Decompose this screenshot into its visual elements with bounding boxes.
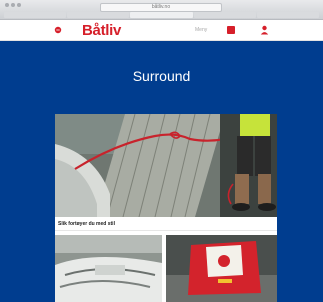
featured-article-caption[interactable]: Slik fortøyer du med stil [55,217,277,231]
site-logo[interactable]: Båtliv [82,22,121,39]
window-controls[interactable] [5,3,21,7]
article-grid: Slik fortøyer du med stil [55,114,277,302]
browser-chrome: båtliv.no [0,0,323,20]
site-header: Båtliv Meny [0,20,323,41]
article-thumbnail-right[interactable] [166,235,277,302]
minimize-window-icon[interactable] [11,3,15,7]
browser-tab[interactable] [193,12,256,18]
browser-tab[interactable] [4,12,67,18]
maximize-window-icon[interactable] [17,3,21,7]
close-window-icon[interactable] [5,3,9,7]
browser-tab[interactable] [67,12,130,18]
browser-tab[interactable] [256,12,320,18]
main-content: Surround Slik fortøyer du med stil [0,41,323,302]
featured-article-image[interactable] [55,114,277,217]
menu-icon[interactable] [54,26,62,34]
boat-photo [55,235,162,302]
header-menu-link[interactable]: Meny [195,27,207,33]
address-bar[interactable]: båtliv.no [100,3,222,12]
boat-deck-photo [55,114,277,217]
browser-tab-active[interactable] [130,12,193,18]
featured-article-title[interactable]: Slik fortøyer du med stil [58,221,115,227]
article-thumbnail-left[interactable] [55,235,162,302]
section-title: Surround [132,68,191,84]
subscribe-button[interactable] [227,26,235,34]
rescue-bag-photo [166,235,277,302]
user-icon[interactable] [260,25,269,35]
tab-bar [4,12,320,18]
